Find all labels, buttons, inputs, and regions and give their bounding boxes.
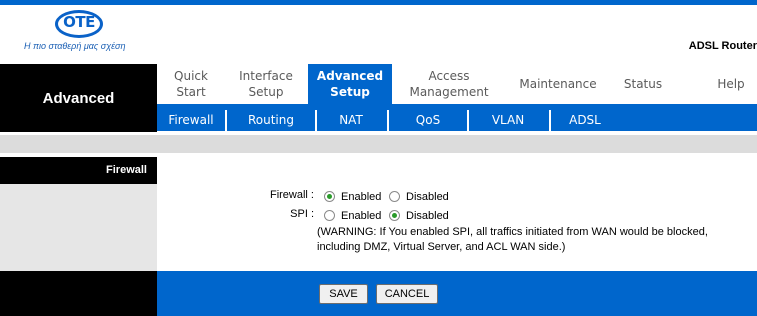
spi-disabled-label[interactable]: Disabled (406, 210, 449, 222)
section-title: Advanced (0, 64, 157, 132)
ote-logo: OTE Η πιο σταθερή μας σχέση (22, 8, 162, 54)
top-accent-bar (0, 0, 757, 5)
subnav-nat[interactable]: NAT (321, 108, 381, 131)
spi-enabled-radio[interactable] (324, 210, 335, 221)
nav-label: Interface Setup (239, 69, 293, 99)
spi-label: SPI : (290, 208, 314, 220)
firewall-disabled-radio[interactable] (389, 191, 400, 202)
nav-label: Access Management (409, 69, 489, 99)
subnav-separator (467, 110, 469, 131)
spacer-band (0, 135, 757, 153)
subnav-separator (315, 110, 317, 131)
nav-label: Help (717, 77, 745, 91)
subnav-separator (549, 110, 551, 131)
footer-bar (157, 271, 757, 316)
sub-nav: Firewall Routing NAT QoS VLAN ADSL (157, 104, 757, 131)
spi-disabled-radio[interactable] (389, 210, 400, 221)
spi-enabled-label[interactable]: Enabled (341, 210, 381, 222)
nav-label: Maintenance (519, 77, 597, 91)
subnav-separator (387, 110, 389, 131)
nav-access-management[interactable]: Access Management (398, 64, 500, 104)
subnav-firewall[interactable]: Firewall (161, 108, 221, 131)
nav-help[interactable]: Help (708, 64, 754, 104)
subnav-routing[interactable]: Routing (231, 108, 311, 131)
nav-advanced-setup[interactable]: Advanced Setup (308, 64, 392, 104)
cancel-button[interactable]: CANCEL (376, 284, 438, 304)
subnav-qos[interactable]: QoS (393, 108, 463, 131)
spi-warning-text: (WARNING: If You enabled SPI, all traffi… (317, 226, 708, 253)
nav-maintenance[interactable]: Maintenance (510, 64, 606, 104)
subnav-vlan[interactable]: VLAN (473, 108, 543, 131)
save-button[interactable]: SAVE (319, 284, 368, 304)
firewall-enabled-label[interactable]: Enabled (341, 191, 381, 203)
nav-label: Quick Start (174, 69, 208, 99)
firewall-label: Firewall : (269, 189, 314, 201)
subnav-adsl[interactable]: ADSL (555, 108, 615, 131)
nav-interface-setup[interactable]: Interface Setup (228, 64, 304, 104)
nav-quick-start[interactable]: Quick Start (159, 64, 223, 104)
nav-label: Advanced Setup (316, 69, 384, 99)
nav-label: Status (623, 77, 663, 91)
slogan: Η πιο σταθερή μας σχέση (24, 41, 126, 51)
product-name: ADSL Router (688, 40, 757, 52)
firewall-disabled-label[interactable]: Disabled (406, 191, 449, 203)
footer-left-block (0, 271, 157, 316)
firewall-enabled-radio[interactable] (324, 191, 335, 202)
panel-title: Firewall (0, 157, 157, 184)
nav-status[interactable]: Status (616, 64, 670, 104)
logo-text: OTE (63, 13, 95, 31)
subnav-separator (225, 110, 227, 131)
main-nav: Quick Start Interface Setup Advanced Setup … (157, 64, 757, 104)
